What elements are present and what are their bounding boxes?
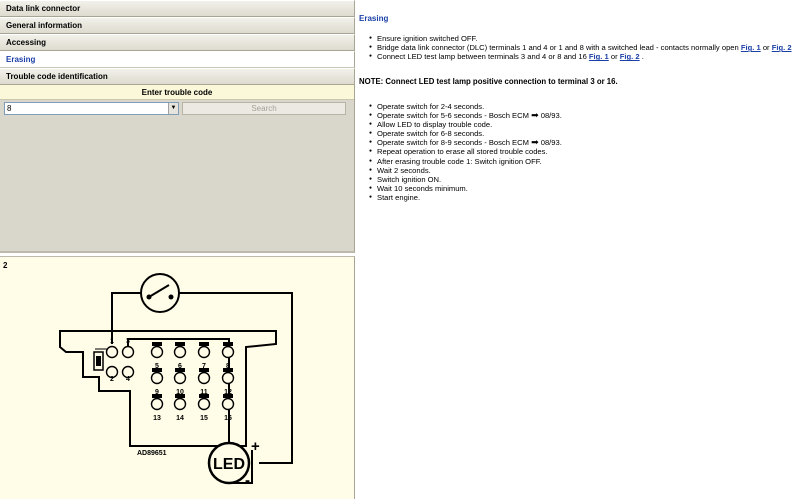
connector-pin-1: 1: [105, 338, 119, 359]
trouble-code-select[interactable]: 8 ▼: [4, 102, 179, 115]
connector-pin-5: 5: [150, 342, 164, 370]
dropdown-arrow-icon[interactable]: ▼: [168, 103, 178, 114]
pin-label: 15: [200, 415, 208, 422]
connector-pin-16: 16: [221, 394, 235, 422]
list-item: Wait 10 seconds minimum.: [369, 184, 562, 193]
connector-outline: [59, 330, 277, 447]
section-title: Erasing: [359, 14, 389, 23]
note-text: NOTE: Connect LED test lamp positive con…: [359, 77, 618, 86]
connector-pin-4: 4: [121, 365, 135, 383]
connector-pins: 12345 6 7 89 10 11 1213 14 15 16: [105, 338, 235, 422]
fig-1-link[interactable]: Fig. 1: [741, 43, 761, 52]
pin-label: 1: [110, 338, 114, 345]
pin-label: 14: [176, 415, 184, 422]
figure-number: 2: [3, 261, 8, 270]
list-item-text: Bridge data link connector (DLC) termina…: [377, 43, 739, 53]
trouble-code-row: 8 ▼ Search: [0, 100, 354, 118]
pin-label: 3: [126, 338, 130, 345]
list-item-text: Connect LED test lamp between terminals …: [377, 52, 587, 62]
search-button[interactable]: Search: [182, 102, 346, 115]
connector-pin-13: 13: [150, 394, 164, 422]
arrow-right-icon: ➡: [531, 110, 539, 121]
content-pane: Erasing Ensure ignition switched OFF. Br…: [355, 0, 800, 499]
list-item: Connect LED test lamp between terminals …: [369, 52, 792, 61]
connector-pin-6: 6: [173, 342, 187, 370]
connector-pin-7: 7: [197, 342, 211, 370]
left-pane: Data link connector General information …: [0, 0, 355, 499]
pin-label: 4: [126, 376, 130, 383]
connector-pin-9: 9: [150, 368, 164, 396]
list-item: Allow LED to display trouble code.: [369, 120, 562, 129]
list-item: Operate switch for 8-9 seconds - Bosch E…: [369, 137, 562, 148]
pin-label: 13: [153, 415, 161, 422]
nav-general-information[interactable]: General information: [0, 17, 355, 34]
list-item: Start engine.: [369, 193, 562, 202]
nav-data-link-connector[interactable]: Data link connector: [0, 0, 355, 17]
steps-list-1: Ensure ignition switched OFF. Bridge dat…: [369, 34, 792, 61]
list-item: Ensure ignition switched OFF.: [369, 34, 792, 43]
led-label: LED: [213, 456, 245, 473]
connector-pin-11: 11: [197, 368, 211, 396]
fig-1-link[interactable]: Fig. 1: [589, 52, 609, 61]
switch-icon: [140, 273, 180, 313]
list-item-text: Operate switch for 8-9 seconds - Bosch E…: [377, 138, 529, 148]
connector-pin-3: 3: [121, 338, 135, 359]
pin-label: 16: [224, 415, 232, 422]
nav-erasing[interactable]: Erasing: [0, 51, 355, 68]
connector-pin-15: 15: [197, 394, 211, 422]
list-item: Bridge data link connector (DLC) termina…: [369, 43, 792, 52]
connector-pin-12: 12: [221, 368, 235, 396]
connector-pin-2: 2: [105, 365, 119, 383]
dlc-wiring-diagram: 12345 6 7 89 10 11 1213 14 15 16 LED + - AD89651: [59, 273, 293, 489]
list-item-text: 08/93.: [540, 138, 562, 148]
nav-trouble-code-identification[interactable]: Trouble code identification: [0, 68, 355, 85]
pin-label: 2: [110, 376, 114, 383]
list-item: Switch ignition ON.: [369, 175, 562, 184]
list-item-text: 08/93.: [540, 111, 562, 121]
list-item: Repeat operation to erase all stored tro…: [369, 147, 562, 156]
led-minus: -: [245, 472, 250, 489]
trouble-code-selected-value: 8: [7, 104, 12, 113]
trouble-code-panel: Enter trouble code 8 ▼ Search: [0, 85, 355, 253]
figure-ref-code: AD89651: [137, 450, 167, 457]
connector-pin-8: 8: [221, 342, 235, 370]
trouble-code-header: Enter trouble code: [0, 85, 354, 100]
or-text: or: [762, 43, 770, 53]
fig-2-link[interactable]: Fig. 2: [620, 52, 640, 61]
connector-pin-14: 14: [173, 394, 187, 422]
nav-accessing[interactable]: Accessing: [0, 34, 355, 51]
list-item: After erasing trouble code 1: Switch ign…: [369, 157, 562, 166]
led-plus: +: [251, 438, 260, 455]
arrow-right-icon: ➡: [531, 137, 539, 148]
fig-2-link[interactable]: Fig. 2: [772, 43, 792, 52]
steps-list-2: Operate switch for 2-4 seconds. Operate …: [369, 102, 562, 202]
connector-pin-10: 10: [173, 368, 187, 396]
list-item: Operate switch for 5-6 seconds - Bosch E…: [369, 110, 562, 121]
or-text: or: [610, 52, 618, 62]
diagram-pane: 1 2 3 4 5 6 7 8 9 10 11 12 13 14 15 16 LED + - AD89651 …: [0, 256, 355, 499]
list-item-text: Operate switch for 5-6 seconds - Bosch E…: [377, 111, 529, 121]
list-item: Wait 2 seconds.: [369, 166, 562, 175]
period-text: .: [641, 52, 644, 62]
